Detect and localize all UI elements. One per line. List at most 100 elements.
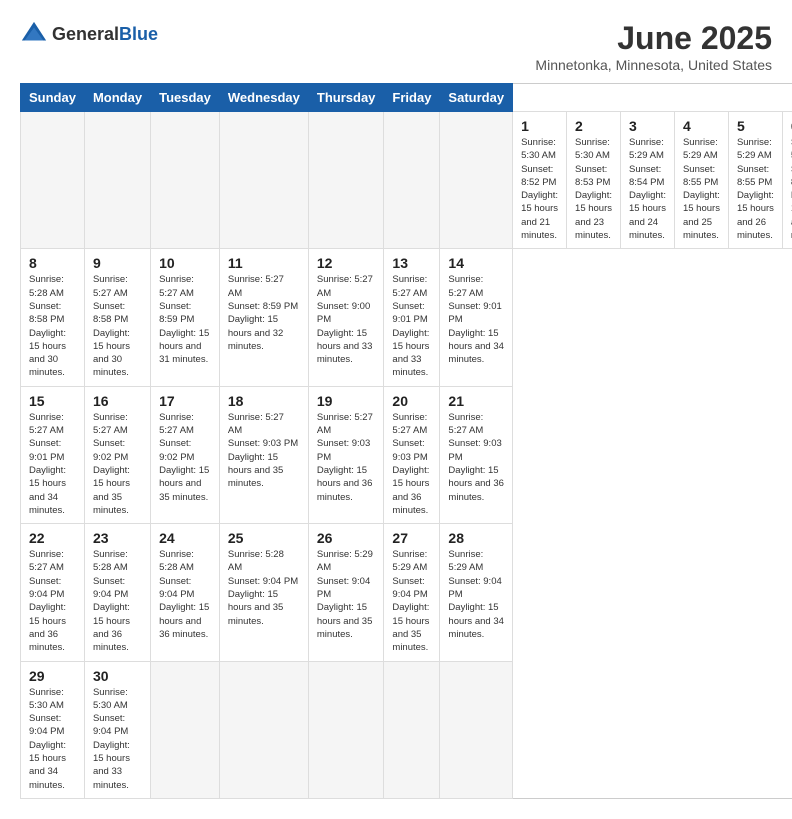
day-number: 2 — [575, 118, 612, 134]
calendar-cell — [440, 661, 513, 798]
day-info: Sunrise: 5:27 AM Sunset: 9:02 PM Dayligh… — [93, 411, 142, 517]
calendar-cell — [308, 661, 384, 798]
calendar-cell: 30 Sunrise: 5:30 AM Sunset: 9:04 PM Dayli… — [84, 661, 150, 798]
calendar-cell: 28Sunrise: 5:29 AM Sunset: 9:04 PM Dayli… — [440, 524, 513, 661]
calendar-cell: 13 Sunrise: 5:27 AM Sunset: 9:01 PM Dayli… — [384, 249, 440, 386]
calendar-cell — [440, 112, 513, 249]
calendar-cell — [384, 661, 440, 798]
calendar-cell — [219, 661, 308, 798]
calendar-cell — [151, 112, 220, 249]
calendar-cell: 5 Sunrise: 5:29 AM Sunset: 8:55 PM Daylig… — [728, 112, 782, 249]
calendar-cell — [151, 661, 220, 798]
calendar-week-row: 22 Sunrise: 5:27 AM Sunset: 9:04 PM Dayli… — [21, 524, 792, 661]
day-number: 30 — [93, 668, 142, 684]
calendar-cell: 21 Sunrise: 5:27 AM Sunset: 9:03 PM Dayli… — [440, 386, 513, 523]
day-info: Sunrise: 5:27 AM Sunset: 9:04 PM Dayligh… — [29, 548, 76, 654]
day-info: Sunrise: 5:27 AM Sunset: 9:01 PM Dayligh… — [448, 273, 504, 366]
location-title: Minnetonka, Minnesota, United States — [535, 57, 772, 73]
day-number: 1 — [521, 118, 558, 134]
day-number: 5 — [737, 118, 774, 134]
day-info: Sunrise: 5:27 AM Sunset: 8:59 PM Dayligh… — [228, 273, 300, 353]
calendar-table: SundayMondayTuesdayWednesdayThursdayFrid… — [20, 83, 792, 799]
day-info: Sunrise: 5:28 AM Sunset: 9:04 PM Dayligh… — [93, 548, 142, 654]
day-info: Sunrise: 5:27 AM Sunset: 9:02 PM Dayligh… — [159, 411, 211, 504]
day-number: 17 — [159, 393, 211, 409]
day-number: 25 — [228, 530, 300, 546]
calendar-cell: 11 Sunrise: 5:27 AM Sunset: 8:59 PM Dayli… — [219, 249, 308, 386]
day-number: 21 — [448, 393, 504, 409]
day-info: Sunrise: 5:27 AM Sunset: 9:03 PM Dayligh… — [317, 411, 376, 504]
calendar-cell: 22 Sunrise: 5:27 AM Sunset: 9:04 PM Dayli… — [21, 524, 85, 661]
calendar-cell: 12Sunrise: 5:27 AM Sunset: 9:00 PM Dayli… — [308, 249, 384, 386]
day-number: 9 — [93, 255, 142, 271]
day-number: 15 — [29, 393, 76, 409]
day-info: Sunrise: 5:28 AM Sunset: 8:58 PM Dayligh… — [29, 273, 76, 379]
weekday-header-sunday: Sunday — [21, 84, 85, 112]
day-info: Sunrise: 5:27 AM Sunset: 9:03 PM Dayligh… — [228, 411, 300, 491]
day-info: Sunrise: 5:29 AM Sunset: 8:55 PM Dayligh… — [683, 136, 720, 242]
day-info: Sunrise: 5:27 AM Sunset: 8:58 PM Dayligh… — [93, 273, 142, 379]
day-info: Sunrise: 5:29 AM Sunset: 8:54 PM Dayligh… — [629, 136, 666, 242]
weekday-header-friday: Friday — [384, 84, 440, 112]
day-info: Sunrise: 5:29 AM Sunset: 8:55 PM Dayligh… — [737, 136, 774, 242]
weekday-header-saturday: Saturday — [440, 84, 513, 112]
calendar-week-row: 1 Sunrise: 5:30 AM Sunset: 8:52 PM Daylig… — [21, 112, 792, 249]
day-number: 4 — [683, 118, 720, 134]
day-info: Sunrise: 5:27 AM Sunset: 9:03 PM Dayligh… — [392, 411, 431, 517]
calendar-cell: 24 Sunrise: 5:28 AM Sunset: 9:04 PM Dayli… — [151, 524, 220, 661]
calendar-cell: 1 Sunrise: 5:30 AM Sunset: 8:52 PM Daylig… — [513, 112, 567, 249]
day-info: Sunrise: 5:29 AM Sunset: 9:04 PM Dayligh… — [392, 548, 431, 654]
day-info: Sunrise: 5:29 AM Sunset: 9:04 PM Dayligh… — [317, 548, 376, 641]
calendar-cell: 9 Sunrise: 5:27 AM Sunset: 8:58 PM Daylig… — [84, 249, 150, 386]
day-info: Sunrise: 5:30 AM Sunset: 9:04 PM Dayligh… — [93, 686, 142, 792]
calendar-cell — [384, 112, 440, 249]
day-number: 10 — [159, 255, 211, 271]
day-info: Sunrise: 5:28 AM Sunset: 9:04 PM Dayligh… — [228, 548, 300, 628]
calendar-cell: 23Sunrise: 5:28 AM Sunset: 9:04 PM Dayli… — [84, 524, 150, 661]
day-number: 29 — [29, 668, 76, 684]
calendar-cell: 15 Sunrise: 5:27 AM Sunset: 9:01 PM Dayli… — [21, 386, 85, 523]
page-header: GeneralBlue June 2025 Minnetonka, Minnes… — [20, 20, 772, 73]
weekday-header-tuesday: Tuesday — [151, 84, 220, 112]
calendar-cell: 25 Sunrise: 5:28 AM Sunset: 9:04 PM Dayli… — [219, 524, 308, 661]
calendar-cell — [21, 112, 85, 249]
day-info: Sunrise: 5:30 AM Sunset: 8:52 PM Dayligh… — [521, 136, 558, 242]
calendar-cell — [308, 112, 384, 249]
day-number: 8 — [29, 255, 76, 271]
calendar-cell: 2 Sunrise: 5:30 AM Sunset: 8:53 PM Daylig… — [567, 112, 621, 249]
title-block: June 2025 Minnetonka, Minnesota, United … — [535, 20, 772, 73]
calendar-cell — [84, 112, 150, 249]
day-number: 19 — [317, 393, 376, 409]
day-info: Sunrise: 5:28 AM Sunset: 9:04 PM Dayligh… — [159, 548, 211, 641]
calendar-cell: 26Sunrise: 5:29 AM Sunset: 9:04 PM Dayli… — [308, 524, 384, 661]
day-number: 13 — [392, 255, 431, 271]
calendar-cell: 19 Sunrise: 5:27 AM Sunset: 9:03 PM Dayli… — [308, 386, 384, 523]
day-info: Sunrise: 5:30 AM Sunset: 8:53 PM Dayligh… — [575, 136, 612, 242]
calendar-cell: 4 Sunrise: 5:29 AM Sunset: 8:55 PM Daylig… — [674, 112, 728, 249]
weekday-header-monday: Monday — [84, 84, 150, 112]
weekday-header-thursday: Thursday — [308, 84, 384, 112]
calendar-cell: 27Sunrise: 5:29 AM Sunset: 9:04 PM Dayli… — [384, 524, 440, 661]
calendar-cell: 16Sunrise: 5:27 AM Sunset: 9:02 PM Dayli… — [84, 386, 150, 523]
day-info: Sunrise: 5:27 AM Sunset: 9:03 PM Dayligh… — [448, 411, 504, 504]
day-info: Sunrise: 5:30 AM Sunset: 9:04 PM Dayligh… — [29, 686, 76, 792]
calendar-cell — [219, 112, 308, 249]
calendar-cell: 8 Sunrise: 5:28 AM Sunset: 8:58 PM Daylig… — [21, 249, 85, 386]
day-number: 11 — [228, 255, 300, 271]
calendar-cell: 14 Sunrise: 5:27 AM Sunset: 9:01 PM Dayli… — [440, 249, 513, 386]
day-number: 22 — [29, 530, 76, 546]
day-number: 28 — [448, 530, 504, 546]
day-number: 24 — [159, 530, 211, 546]
day-number: 14 — [448, 255, 504, 271]
weekday-header-wednesday: Wednesday — [219, 84, 308, 112]
day-info: Sunrise: 5:27 AM Sunset: 9:01 PM Dayligh… — [392, 273, 431, 379]
day-number: 20 — [392, 393, 431, 409]
month-title: June 2025 — [535, 20, 772, 57]
day-number: 18 — [228, 393, 300, 409]
day-info: Sunrise: 5:27 AM Sunset: 9:01 PM Dayligh… — [29, 411, 76, 517]
calendar-week-row: 15 Sunrise: 5:27 AM Sunset: 9:01 PM Dayli… — [21, 386, 792, 523]
logo-text-blue: Blue — [119, 24, 158, 44]
calendar-cell: 3 Sunrise: 5:29 AM Sunset: 8:54 PM Daylig… — [621, 112, 675, 249]
day-number: 3 — [629, 118, 666, 134]
calendar-cell: 20 Sunrise: 5:27 AM Sunset: 9:03 PM Dayli… — [384, 386, 440, 523]
